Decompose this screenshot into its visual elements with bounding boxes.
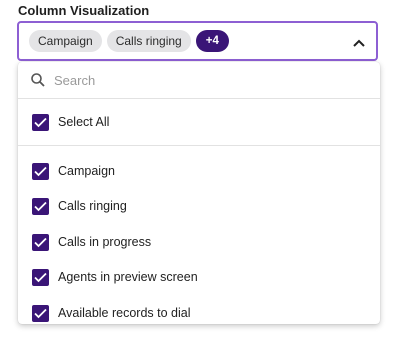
option-checkbox[interactable] xyxy=(32,162,49,180)
check-icon xyxy=(34,308,47,318)
check-icon xyxy=(34,166,47,176)
option-checkbox[interactable] xyxy=(32,233,49,251)
check-icon xyxy=(34,117,47,127)
option-calls-in-progress[interactable]: Calls in progress xyxy=(32,232,151,252)
option-label: Agents in preview screen xyxy=(58,270,198,284)
selected-chip: Calls ringing xyxy=(106,30,191,52)
option-label: Calls ringing xyxy=(58,199,127,213)
search-icon xyxy=(30,72,46,88)
select-all-label: Select All xyxy=(58,115,110,129)
option-available-records-to-dial[interactable]: Available records to dial xyxy=(32,303,190,323)
more-selected-badge[interactable]: +4 xyxy=(195,30,229,52)
option-checkbox[interactable] xyxy=(32,197,49,215)
column-visualization-widget: Column Visualization Campaign Calls ring… xyxy=(0,0,394,340)
selected-chip: Campaign xyxy=(29,30,102,52)
check-icon xyxy=(34,201,47,211)
check-icon xyxy=(34,237,47,247)
option-label: Campaign xyxy=(58,164,115,178)
select-all-checkbox[interactable] xyxy=(32,113,49,131)
select-all-option[interactable]: Select All xyxy=(32,112,109,132)
search-row xyxy=(18,62,380,99)
option-label: Calls in progress xyxy=(58,235,152,249)
option-checkbox[interactable] xyxy=(32,268,49,286)
option-calls-ringing[interactable]: Calls ringing xyxy=(32,196,127,216)
field-label: Column Visualization xyxy=(18,3,150,18)
options-dropdown: Select All Campaign Calls ringing xyxy=(18,62,380,324)
option-agents-in-preview-screen[interactable]: Agents in preview screen xyxy=(32,267,198,287)
chevron-up-icon[interactable] xyxy=(352,35,366,47)
option-campaign[interactable]: Campaign xyxy=(32,161,115,181)
select-all-row: Select All xyxy=(18,99,380,146)
check-icon xyxy=(34,272,47,282)
column-multiselect[interactable]: Campaign Calls ringing +4 xyxy=(17,21,378,61)
search-input[interactable] xyxy=(52,71,356,89)
option-label: Available records to dial xyxy=(58,306,191,320)
option-checkbox[interactable] xyxy=(32,304,49,322)
